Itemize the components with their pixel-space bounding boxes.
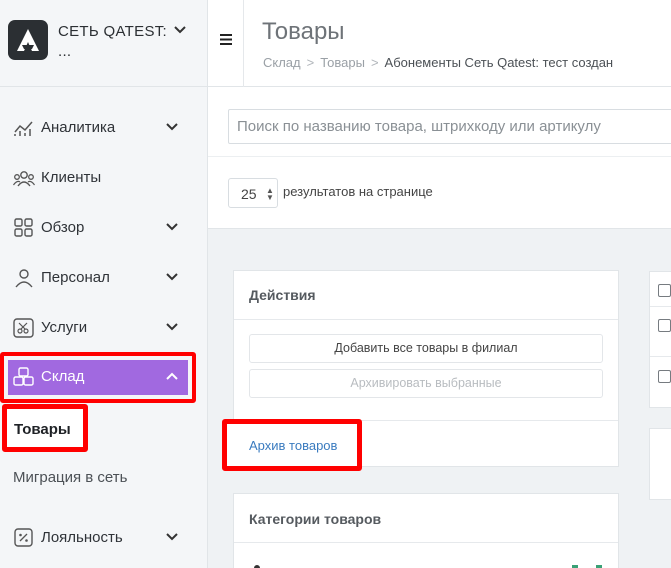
chevron-down-icon	[166, 223, 178, 231]
products-archive-link[interactable]: Архив товаров	[249, 438, 337, 453]
sidebar-item-analytics[interactable]: Аналитика	[0, 107, 208, 149]
brand-name: СЕТЬ QATEST: ...	[58, 23, 168, 60]
per-page-label: результатов на странице	[283, 184, 433, 199]
sidebar-item-label: Услуги	[41, 319, 88, 336]
sidebar-subitem-products[interactable]: Товары	[2, 404, 88, 452]
categories-panel: Категории товаров	[233, 493, 619, 568]
breadcrumb-current: Абонементы Сеть Qatest: тест создан	[384, 55, 614, 70]
breadcrumb-link-warehouse[interactable]: Склад	[263, 55, 301, 70]
brand-header[interactable]: СЕТЬ QATEST: ...	[0, 0, 208, 87]
header-divider	[243, 0, 244, 87]
loyalty-icon	[14, 528, 33, 547]
staff-icon	[15, 269, 33, 288]
clients-icon	[13, 171, 35, 187]
sidebar-subitem-network-migration[interactable]: Миграция в сеть	[13, 469, 127, 486]
sidebar-item-label: Клиенты	[41, 169, 102, 186]
sidebar-item-label: Лояльность	[41, 529, 123, 546]
sidebar-item-services[interactable]: Услуги	[0, 307, 208, 349]
chevron-down-icon[interactable]	[174, 26, 186, 34]
chevron-down-icon	[166, 273, 178, 281]
overview-icon	[14, 218, 33, 237]
panel-divider	[234, 542, 618, 543]
sidebar-item-label: Обзор	[41, 219, 85, 236]
scissors-icon	[13, 318, 34, 338]
search-section	[208, 87, 671, 157]
row-checkbox[interactable]	[658, 319, 671, 332]
breadcrumb-link-products[interactable]: Товары	[320, 55, 365, 70]
table-divider	[650, 356, 671, 357]
logo-icon	[17, 29, 39, 51]
table-divider	[650, 306, 671, 307]
breadcrumb-separator: >	[370, 55, 379, 70]
chevron-down-icon	[166, 533, 178, 541]
sidebar-item-label: Персонал	[41, 269, 110, 286]
sidebar-item-label: Склад	[41, 368, 85, 385]
sidebar-item-loyalty[interactable]: Лояльность	[0, 517, 208, 559]
page-header: Товары Склад > Товары > Абонементы Сеть Qate…	[208, 0, 671, 87]
breadcrumb: Склад > Товары > Абонементы Сеть Qatest: тес…	[263, 55, 613, 70]
sidebar: СЕТЬ QATEST: ... Аналитика Клиенты Обзор…	[0, 0, 208, 568]
side-panel	[649, 428, 671, 500]
pagination-section: 25 ▲ ▼ результатов на странице	[208, 157, 671, 229]
chevron-down-icon	[166, 323, 178, 331]
per-page-value: 25	[241, 186, 257, 202]
sidebar-item-overview[interactable]: Обзор	[0, 207, 208, 249]
add-all-products-button[interactable]: Добавить все товары в филиал	[249, 334, 603, 363]
products-table-panel	[649, 271, 671, 408]
panel-divider	[234, 319, 618, 320]
analytics-icon	[14, 121, 33, 136]
hamburger-menu-icon[interactable]	[220, 34, 232, 45]
actions-title: Действия	[249, 287, 316, 303]
archive-selected-button[interactable]: Архивировать выбранные	[249, 369, 603, 398]
brand-logo	[8, 20, 48, 60]
select-all-checkbox[interactable]	[658, 284, 671, 297]
chevron-up-icon	[166, 372, 178, 380]
sidebar-item-label: Аналитика	[41, 119, 116, 136]
breadcrumb-separator: >	[306, 55, 315, 70]
search-input[interactable]	[228, 109, 671, 144]
row-checkbox[interactable]	[658, 370, 671, 383]
select-arrows-icon: ▲ ▼	[266, 186, 274, 202]
archive-link-highlight: Архив товаров	[222, 419, 362, 471]
per-page-select[interactable]: 25 ▲ ▼	[228, 178, 278, 208]
sidebar-item-clients[interactable]: Клиенты	[0, 157, 208, 199]
warehouse-icon	[13, 367, 34, 386]
page-title: Товары	[262, 18, 345, 45]
sidebar-item-warehouse[interactable]: Склад	[0, 352, 196, 403]
categories-title: Категории товаров	[249, 511, 382, 527]
chevron-down-icon	[166, 123, 178, 131]
sidebar-subitem-label: Товары	[14, 421, 71, 438]
sidebar-item-warehouse-active-bg	[8, 360, 188, 395]
sidebar-item-staff[interactable]: Персонал	[0, 257, 208, 299]
